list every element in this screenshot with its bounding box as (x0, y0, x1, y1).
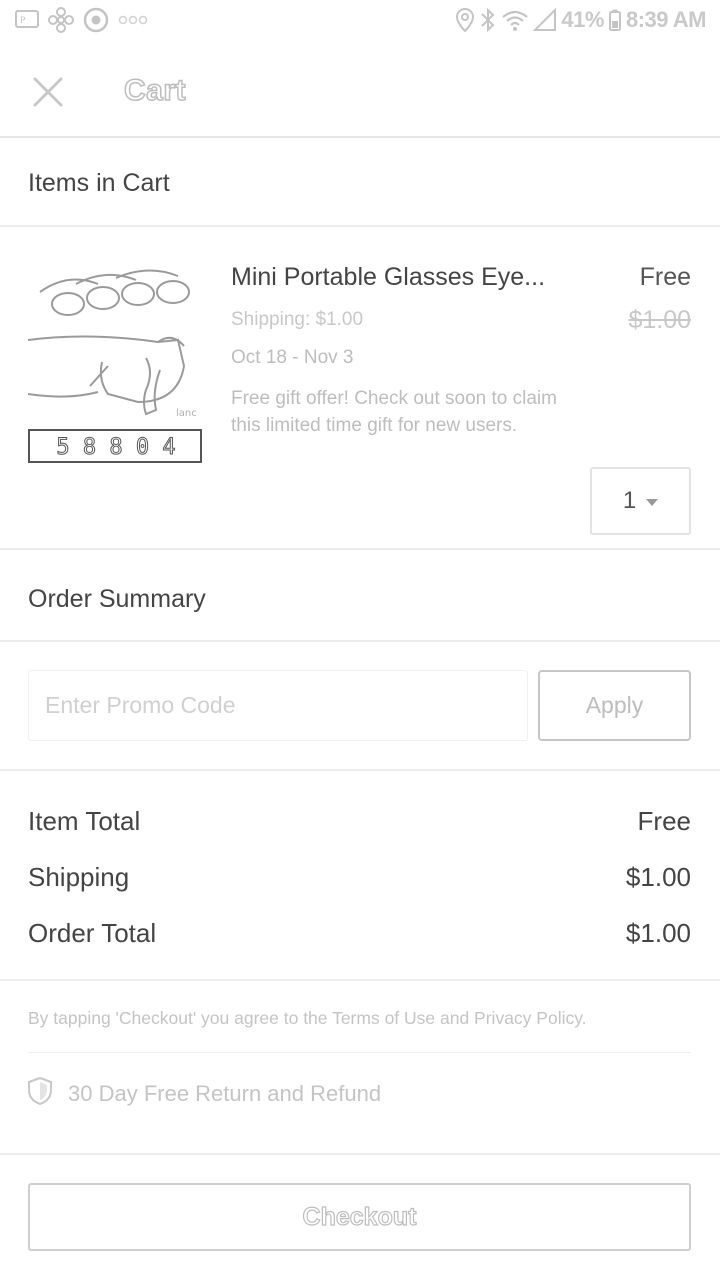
promo-divider (0, 769, 720, 771)
svg-text:P: P (20, 16, 26, 26)
gift-offer-text: Free gift offer! Check out soon to claim… (231, 388, 557, 436)
product-original-price: $1.00 (628, 306, 691, 334)
close-icon[interactable] (30, 74, 66, 110)
terms-divider (28, 1052, 691, 1053)
shield-icon (26, 1076, 54, 1111)
product-image-digits: 5 8 8 0 4 (56, 435, 175, 460)
return-policy-text: 30 Day Free Return and Refund (68, 1080, 382, 1106)
item-divider (0, 548, 720, 550)
pinwheel-icon (48, 7, 74, 33)
checkout-button[interactable]: Checkout (28, 1183, 691, 1251)
signal-icon (533, 8, 557, 32)
shipping-label: Shipping (28, 862, 130, 892)
terms-text[interactable]: By tapping 'Checkout' you agree to the T… (28, 1008, 587, 1029)
item-total-value: Free (637, 806, 691, 836)
delivery-dates: Oct 18 - Nov 3 (231, 347, 354, 368)
cart-header: Cart (0, 40, 720, 138)
product-name[interactable]: Mini Portable Glasses Eye... (231, 263, 591, 292)
svg-text:lanc: lanc (176, 408, 197, 419)
bluetooth-icon (479, 7, 497, 33)
battery-icon (608, 8, 622, 32)
product-shipping: Shipping: $1.00 (231, 309, 364, 330)
shipping-value: $1.00 (625, 862, 691, 892)
message-icon: P (14, 9, 40, 31)
status-left-icons: P (14, 6, 148, 34)
summary-heading-divider (0, 640, 720, 642)
return-policy[interactable]: 30 Day Free Return and Refund (26, 1076, 381, 1111)
location-icon (455, 7, 475, 33)
status-right-icons: 41% 8:39 AM (455, 7, 707, 33)
order-total-value: $1.00 (625, 918, 691, 948)
quantity-select[interactable]: 1 (590, 467, 691, 535)
item-total-label: Item Total (28, 806, 141, 836)
checkout-divider (0, 1153, 720, 1155)
more-dots-icon (118, 14, 148, 26)
status-time: 8:39 AM (625, 7, 707, 32)
promo-code-input[interactable] (28, 670, 528, 741)
record-icon (82, 6, 110, 34)
items-heading-divider (0, 225, 720, 227)
order-summary-heading: Order Summary (28, 585, 206, 613)
totals-divider (0, 979, 720, 981)
page-title: Cart (123, 73, 187, 108)
product-price: Free (639, 263, 691, 291)
wifi-icon (501, 8, 529, 32)
apply-promo-button[interactable]: Apply (538, 670, 691, 741)
quantity-value: 1 (622, 487, 637, 514)
product-image[interactable]: lanc 5 8 8 0 4 (27, 262, 204, 466)
chevron-down-icon (646, 498, 659, 506)
status-bar: P 41% 8:39 AM (0, 0, 720, 40)
items-in-cart-heading: Items in Cart (28, 169, 170, 197)
order-total-label: Order Total (28, 918, 157, 948)
battery-percent: 41% (561, 7, 604, 32)
